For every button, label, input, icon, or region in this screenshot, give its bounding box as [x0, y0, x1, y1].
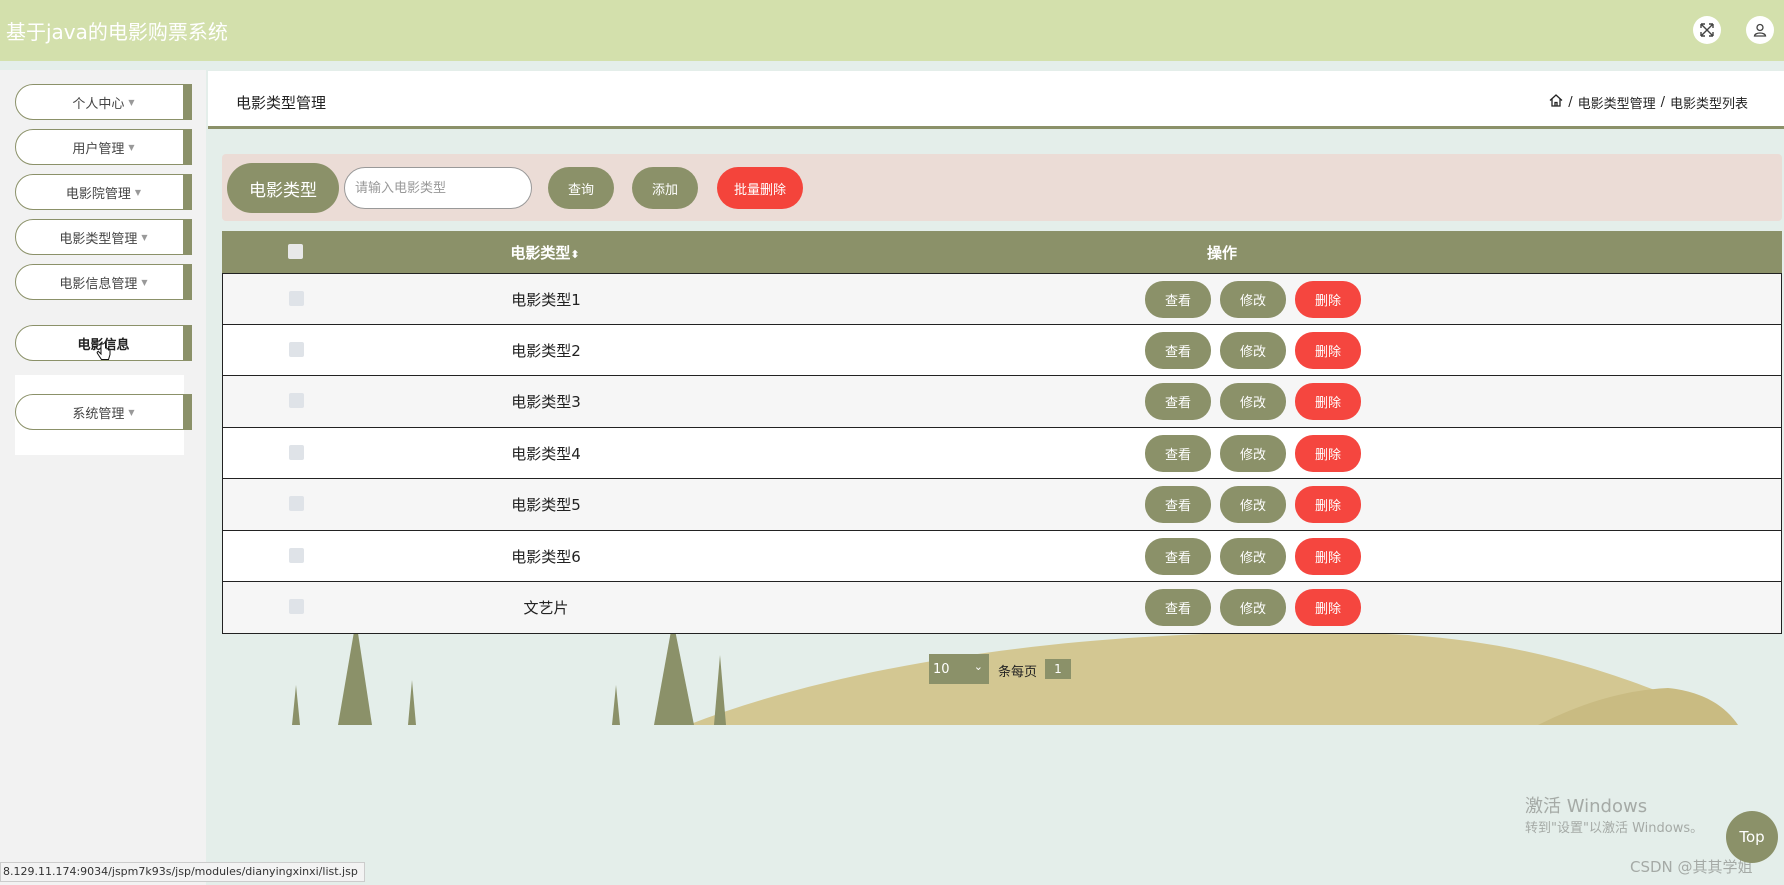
movie-type-search-input[interactable]	[344, 167, 532, 209]
expand-arrows-icon[interactable]	[1693, 16, 1721, 44]
chevron-down-icon: ⌄	[973, 660, 983, 673]
breadcrumb-separator: /	[1568, 95, 1573, 110]
caret-down-icon: ▼	[128, 407, 135, 417]
sidebar-item-label: 电影院管理	[65, 186, 131, 202]
row-checkbox[interactable]	[289, 547, 304, 563]
caret-down-icon: ▼	[141, 232, 148, 242]
movie-type-cell: 电影类型4	[511, 444, 581, 463]
sidebar-item-personal-center[interactable]: 个人中心 ▼	[15, 84, 192, 120]
status-bar-url: 8.129.11.174:9034/jspm7k93s/jsp/modules/…	[0, 862, 365, 882]
table-row: 电影类型3 查看 修改 删除	[222, 376, 1782, 428]
edit-button[interactable]: 修改	[1220, 383, 1286, 420]
delete-button[interactable]: 删除	[1295, 589, 1361, 626]
hand-cursor-icon	[96, 343, 111, 360]
caret-down-icon: ▼	[128, 142, 135, 152]
select-all-checkbox[interactable]	[288, 244, 303, 259]
search-label: 电影类型	[227, 163, 339, 213]
view-button[interactable]: 查看	[1145, 331, 1211, 369]
movie-type-cell: 电影类型5	[511, 496, 581, 514]
table-body: 电影类型1 查看 修改 删除 电影类型2 查看 修改 删除 电影类型3 查看 修改 删除 电影类型4 查看…	[222, 273, 1782, 634]
row-checkbox[interactable]	[289, 496, 304, 511]
column-label: 电影类型	[510, 244, 571, 262]
table-row: 电影类型2 查看 修改 删除	[222, 324, 1782, 376]
sidebar-item-label: 电影类型管理	[59, 231, 138, 247]
home-icon[interactable]	[1549, 94, 1563, 111]
movie-type-cell: 电影类型2	[511, 341, 581, 360]
table-row: 电影类型5 查看 修改 删除	[222, 479, 1782, 531]
table-row: 电影类型1 查看 修改 删除	[222, 273, 1782, 325]
sidebar-item-label: 系统管理	[72, 406, 125, 422]
view-button[interactable]: 查看	[1145, 486, 1211, 523]
edit-button[interactable]: 修改	[1220, 331, 1286, 369]
view-button[interactable]: 查看	[1145, 383, 1211, 420]
sidebar-item-cinema-management[interactable]: 电影院管理 ▼	[15, 174, 192, 210]
decorative-landscape	[292, 630, 1738, 725]
sidebar-item-system-management[interactable]: 系统管理 ▼	[15, 394, 192, 430]
user-icon[interactable]	[1746, 16, 1774, 44]
delete-button[interactable]: 删除	[1295, 537, 1361, 575]
view-button[interactable]: 查看	[1145, 589, 1211, 626]
sidebar-item-label: 用户管理	[72, 141, 125, 157]
windows-activation-watermark: 激活 Windows	[1525, 796, 1648, 817]
breadcrumb: / 电影类型管理 / 电影类型列表	[1549, 93, 1748, 112]
query-button[interactable]: 查询	[548, 167, 614, 209]
column-header-actions: 操作	[1207, 244, 1238, 262]
movie-type-cell: 电影类型6	[511, 547, 581, 566]
delete-button[interactable]: 删除	[1295, 486, 1361, 523]
row-checkbox[interactable]	[289, 341, 304, 357]
column-header-movie-type[interactable]: 电影类型⬍	[480, 242, 610, 263]
table-row: 电影类型6 查看 修改 删除	[222, 530, 1782, 582]
movie-type-cell: 文艺片	[523, 599, 569, 617]
breadcrumb-item: 电影类型列表	[1669, 97, 1748, 112]
table-row: 文艺片 查看 修改 删除	[222, 582, 1782, 634]
movie-type-cell: 电影类型1	[511, 291, 581, 309]
edit-button[interactable]: 修改	[1220, 281, 1286, 318]
sort-icon: ⬍	[570, 248, 580, 261]
delete-button[interactable]: 删除	[1295, 331, 1361, 369]
movie-type-cell: 电影类型3	[511, 393, 581, 411]
page-number-button[interactable]: 1	[1045, 659, 1071, 679]
delete-button[interactable]: 删除	[1295, 383, 1361, 420]
page-size-value: 10	[933, 661, 950, 677]
view-button[interactable]: 查看	[1145, 434, 1211, 472]
table-row: 电影类型4 查看 修改 删除	[222, 427, 1782, 479]
page-header: 电影类型管理 / 电影类型管理 / 电影类型列表	[208, 71, 1784, 129]
sidebar-item-movie-type-management[interactable]: 电影类型管理 ▼	[15, 219, 192, 255]
row-checkbox[interactable]	[289, 599, 304, 614]
row-checkbox[interactable]	[289, 444, 304, 460]
caret-down-icon: ▼	[134, 187, 142, 197]
windows-activation-hint: 转到"设置"以激活 Windows。	[1525, 821, 1704, 836]
back-to-top-button[interactable]: Top	[1726, 811, 1778, 863]
top-bar: 基于java的电影购票系统	[0, 0, 1784, 61]
batch-delete-button[interactable]: 批量删除	[717, 167, 803, 209]
delete-button[interactable]: 删除	[1295, 281, 1361, 318]
app-title: 基于java的电影购票系统	[6, 20, 228, 44]
caret-down-icon: ▼	[128, 97, 135, 107]
edit-button[interactable]: 修改	[1220, 589, 1286, 626]
per-page-label: 条每页	[998, 665, 1038, 680]
edit-button[interactable]: 修改	[1220, 537, 1286, 575]
edit-button[interactable]: 修改	[1220, 486, 1286, 523]
csdn-watermark: CSDN @其其学姐	[1630, 858, 1753, 876]
table-header: 电影类型⬍ 操作	[222, 231, 1782, 273]
page-title: 电影类型管理	[236, 94, 327, 112]
sidebar-item-label: 电影信息管理	[59, 276, 138, 292]
caret-down-icon: ▼	[141, 277, 148, 287]
delete-button[interactable]: 删除	[1295, 434, 1361, 472]
sidebar-item-user-management[interactable]: 用户管理 ▼	[15, 129, 192, 165]
sidebar-item-label: 个人中心	[72, 96, 125, 112]
page-size-select[interactable]: 10 ⌄	[929, 654, 989, 684]
view-button[interactable]: 查看	[1145, 537, 1211, 575]
add-button[interactable]: 添加	[632, 167, 698, 209]
breadcrumb-item[interactable]: 电影类型管理	[1578, 93, 1656, 112]
view-button[interactable]: 查看	[1145, 281, 1211, 318]
row-checkbox[interactable]	[289, 393, 304, 408]
search-bar: 电影类型 查询 添加 批量删除	[222, 154, 1782, 221]
row-checkbox[interactable]	[289, 291, 304, 306]
sidebar-item-movie-info-management[interactable]: 电影信息管理 ▼	[15, 264, 192, 300]
edit-button[interactable]: 修改	[1220, 434, 1286, 472]
breadcrumb-separator: /	[1660, 95, 1665, 110]
movie-type-table: 电影类型⬍ 操作 电影类型1 查看 修改 删除 电影类型2 查看 修改 删除 电影类型3 查看 修改…	[222, 231, 1782, 634]
